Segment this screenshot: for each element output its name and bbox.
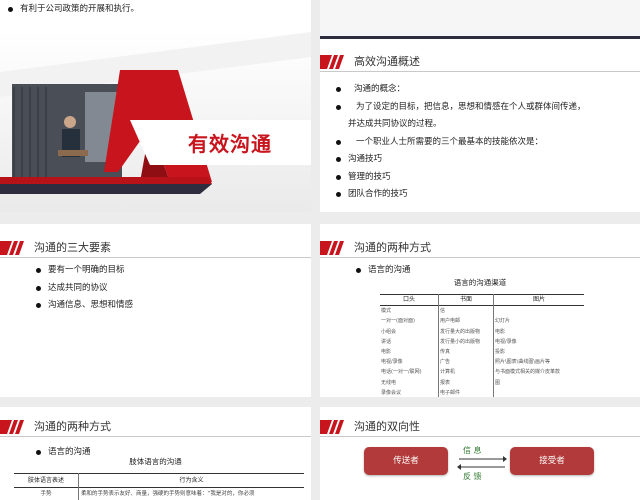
header-accent-icon [320,241,344,255]
feedback-label: 反 馈 [463,472,482,481]
slide-2-title: 有效沟通 [0,32,311,212]
text-line: 并达成共同协议的过程。 [348,119,442,129]
slide-title: 沟通的两种方式 [34,420,111,433]
table-row: 模式信 [380,305,585,317]
table-header: 肢体语言表述 [14,473,79,488]
table-cell: 电影 [495,328,506,335]
header-accent-icon [0,420,24,434]
slide-1-partial: 有利于公司政策的开展和执行。 [0,0,311,28]
table-row: 录像会议 电子邮件 [380,387,585,397]
table-cell: 讲话 [380,336,439,348]
table-cell: 传真 [438,347,494,358]
table-row: 电话(一对一/联网) 计算机 与书面模式相关的媒介皮革款 [380,367,584,378]
bullet-item: 一个职业人士所需要的三个最基本的技能依次是： [334,134,586,152]
bullet-item: 沟通信息、思想和情感 [34,297,133,315]
table-cell: 与书面模式相关的媒介皮革款 [495,369,561,376]
arrows-icon [457,456,507,470]
table-cell: 电子邮件 [438,387,494,397]
table-row: 电视/录像 广告 照片\图表\曲线图\画片等 [380,357,584,368]
slide-gap [0,212,640,224]
table-cell: 电话(一对一/联网) [380,367,439,378]
table-cell [494,306,585,317]
table-cell: 电视/录像 [495,338,517,345]
receiver-box: 接受者 [510,447,594,475]
table-cell: 无线电 [380,377,439,388]
table-title: 语言的沟通渠道 [453,278,507,287]
table-row: 手势 柔和的手势表示友好、商量，强硬的手势则意味着：“我是对的，你必须 [14,487,304,500]
table-cell: 图 [495,379,501,386]
bullet-item: 管理的技巧 [334,169,586,187]
table-cell: 模式 [380,305,439,317]
text-line: 沟通的概念： [334,81,586,99]
header-accent-icon [320,55,344,69]
table-header: 图片 [532,296,545,303]
table-cell: 发行量小的出版物 [438,336,494,348]
table-header: 书面 [438,294,494,306]
header-accent-icon [320,420,344,434]
table-cell [494,388,585,397]
table-title: 肢体语言的沟通 [129,457,182,466]
slide-3-overview: 高效沟通概述 沟通的概念： 为了设定的目标，把信息，思想和情感在个人或群体间传递… [320,0,640,212]
table-row: 小组会 发行量大的出版物 电影 [380,326,584,337]
table-cell: 照片\图表\曲线图\画片等 [495,359,551,366]
slide-title: 高效沟通概述 [354,55,420,68]
body-language-table: 肢体语言表述 行为含义 手势 柔和的手势表示友好、商量，强硬的手势则意味着：“我… [14,473,304,500]
table-cell: 小组会 [380,326,439,337]
table-cell: 发行量大的出版物 [438,326,494,337]
table-cell: 幻灯片 [495,318,511,325]
bullet-item: 团队合作的技巧 [334,186,586,204]
table-cell: 计算机 [438,367,494,378]
slide-title: 沟通的双向性 [354,420,420,433]
slide-gap [0,397,640,407]
bullet-item: 沟通技巧 [334,151,586,169]
table-cell: 广告 [438,357,494,368]
sender-box: 传送者 [364,447,448,475]
slide-5-verbal-channels: 沟通的两种方式 语言的沟通 语言的沟通渠道 口头 书面 图片 模式信一对一(面对… [320,224,640,397]
slide-title: 沟通的两种方式 [354,241,431,254]
slide-7-two-way: 沟通的双向性 传送者 接受者 信 息 反 馈 [320,407,640,500]
table-cell: 信 [438,305,494,317]
table-cell: 一对一(面对面) [380,316,439,327]
bullet-item: 为了设定的目标，把信息，思想和情感在个人或群体间传递， [334,99,586,117]
title-graphic [0,32,311,212]
table-cell: 用户电邮 [438,316,494,327]
slide-gap [311,0,320,500]
table-cell: 报表 [438,377,494,388]
table-cell: 电视/录像 [380,357,439,368]
slide-title: 有效沟通 [188,132,272,156]
table-header: 口头 [380,294,439,306]
table-header: 行为含义 [179,477,204,484]
header-accent-icon [0,241,24,255]
channels-table: 口头 书面 图片 模式信一对一(面对面) 用户电邮 幻灯片 小组会 发行量大的出版物 电影… [380,294,584,397]
table-cell: 柔和的手势表示友好、商量，强硬的手势则意味着：“我是对的，你必须 [81,491,255,497]
table-row: 讲话 发行量小的出版物 电视/录像 [380,336,584,348]
table-row: 电影 传真 投影 [380,347,584,358]
slide-6-body-language: 沟通的两种方式 语言的沟通 肢体语言的沟通 肢体语言表述 行为含义 手势 柔和的… [0,407,311,500]
slide-4-elements: 沟通的三大要素 要有一个明确的目标 达成共同的协议 沟通信息、思想和情感 [0,224,311,397]
table-cell: 投影 [495,349,506,356]
bullet-item: 有利于公司政策的开展和执行。 [6,1,139,19]
slide-title: 沟通的三大要素 [34,241,111,254]
table-cell: 电影 [380,347,439,358]
table-row: 无线电 报表图 [380,377,584,388]
bullet-item: 要有一个明确的目标 [34,262,133,280]
table-row: 一对一(面对面) 用户电邮 幻灯片 [380,316,584,327]
table-cell: 手势 [14,487,79,500]
bullet-item: 达成共同的协议 [34,280,133,298]
table-cell: 录像会议 [380,387,439,397]
